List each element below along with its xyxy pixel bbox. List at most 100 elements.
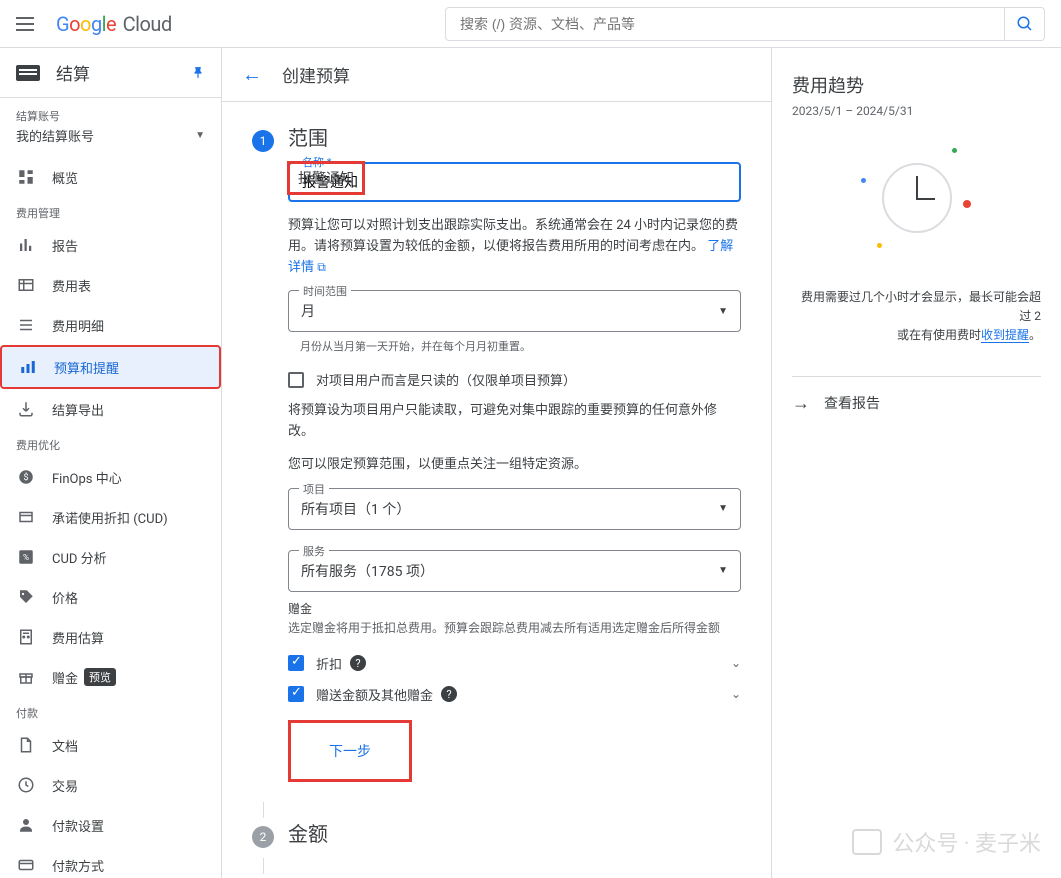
help-icon[interactable]: ? (441, 686, 457, 702)
sidebar-item-label: 赠金 (52, 668, 78, 687)
discount-checkbox[interactable] (288, 655, 304, 671)
dropdown-arrow-icon: ▼ (195, 130, 205, 141)
sidebar-item-label: 付款设置 (52, 816, 104, 835)
budget-description: 预算让您可以对照计划支出跟踪实际支出。系统通常会在 24 小时内记录您的费用。请… (288, 216, 741, 278)
help-icon[interactable]: ? (350, 655, 366, 671)
card-icon (16, 855, 36, 875)
account-selector[interactable]: 结算账号 我的结算账号 ▼ (0, 98, 221, 157)
sidebar-item-label: 费用表 (52, 276, 91, 295)
menu-icon[interactable] (16, 12, 40, 36)
tag-icon (16, 587, 36, 607)
trend-date-range: 2023/5/1 – 2024/5/31 (792, 104, 1041, 118)
sidebar-item-table[interactable]: 费用表 (0, 265, 221, 305)
readonly-description: 将预算设为项目用户只能读取，可避免对集中跟踪的重要预算的任何意外修改。 (288, 401, 741, 443)
gift-checkbox[interactable] (288, 686, 304, 702)
sidebar-item-clock[interactable]: 交易 (0, 765, 221, 805)
step-1-number: 1 (252, 130, 274, 152)
sidebar-item-finops[interactable]: $ FinOps 中心 (0, 457, 221, 497)
list-icon (16, 315, 36, 335)
sidebar-item-budget[interactable]: 预算和提醒 (0, 345, 221, 389)
cud-icon (16, 507, 36, 527)
page-title: 创建预算 (282, 62, 350, 87)
bar-icon (16, 235, 36, 255)
sidebar-item-person[interactable]: 付款设置 (0, 805, 221, 845)
step-3-title: 操作 (288, 874, 328, 878)
svg-text:%: % (23, 553, 29, 563)
topbar: Google Cloud (0, 0, 1061, 48)
export-icon (16, 399, 36, 419)
project-label: 项目 (299, 481, 329, 497)
page-header: ← 创建预算 (222, 48, 771, 102)
svg-text:$: $ (23, 472, 28, 483)
sidebar-header: 结算 (0, 48, 221, 98)
sidebar-item-label: 文档 (52, 736, 78, 755)
right-panel: 费用趋势 2023/5/1 – 2024/5/31 费用需要过几个小时才会显示，… (771, 48, 1061, 878)
view-report-button[interactable]: → 查看报告 (792, 376, 1041, 414)
time-range-label: 时间范围 (299, 283, 351, 299)
back-arrow-icon[interactable]: ← (242, 62, 262, 87)
readonly-checkbox[interactable] (288, 372, 304, 388)
sidebar-item-calc[interactable]: 费用估算 (0, 617, 221, 657)
time-range-select[interactable]: 月 ▼ (289, 291, 740, 331)
sidebar-item-label: 交易 (52, 776, 78, 795)
alert-link[interactable]: 收到提醒 (981, 328, 1029, 343)
account-value: 我的结算账号 (16, 126, 94, 145)
clock-illustration (867, 148, 967, 248)
search-button[interactable] (1005, 7, 1045, 41)
sidebar-item-label: 付款方式 (52, 856, 104, 875)
calc-icon (16, 627, 36, 647)
time-helper-text: 月份从当月第一天开始，并在每个月月初重置。 (300, 338, 741, 354)
gift-icon (16, 667, 36, 687)
sidebar-item-export[interactable]: 结算导出 (0, 389, 221, 429)
pin-icon[interactable] (191, 66, 205, 80)
sidebar-item-doc[interactable]: 文档 (0, 725, 221, 765)
budget-icon (18, 357, 38, 377)
sidebar-item-percent[interactable]: % CUD 分析 (0, 537, 221, 577)
sidebar: 结算 结算账号 我的结算账号 ▼ 概览费用管理报告费用表费用明细预算和提醒结算导… (0, 48, 222, 878)
highlight-name: 报警通知 (287, 161, 365, 195)
wechat-icon (852, 829, 882, 855)
person-icon (16, 815, 36, 835)
credits-description: 选定赠金将用于抵扣总费用。预算会跟踪总费用减去所有适用选定赠金后所得金额 (288, 619, 741, 636)
main-content: ← 创建预算 1 范围 名称 * 报警通知 预算让您可以对照计划支出跟踪实际支出… (222, 48, 771, 878)
sidebar-item-cud[interactable]: 承诺使用折扣 (CUD) (0, 497, 221, 537)
readonly-label: 对项目用户而言是只读的（仅限单项目预算） (316, 370, 576, 389)
trend-title: 费用趋势 (792, 72, 1041, 98)
sidebar-item-bar[interactable]: 报告 (0, 225, 221, 265)
finops-icon: $ (16, 467, 36, 487)
dashboard-icon (16, 167, 36, 187)
service-select[interactable]: 所有服务（1785 项） ▼ (289, 551, 740, 591)
billing-icon (16, 65, 40, 81)
sidebar-item-list[interactable]: 费用明细 (0, 305, 221, 345)
expand-discount-icon[interactable]: ⌄ (731, 656, 741, 670)
sidebar-item-label: CUD 分析 (52, 548, 107, 567)
credits-heading: 赠金 (288, 600, 741, 617)
logo[interactable]: Google Cloud (56, 12, 172, 36)
sidebar-item-label: 预算和提醒 (54, 358, 119, 377)
project-select[interactable]: 所有项目（1 个） ▼ (289, 489, 740, 529)
preview-badge: 预览 (84, 668, 116, 686)
expand-gift-icon[interactable]: ⌄ (731, 687, 741, 701)
sidebar-title: 结算 (56, 60, 191, 85)
sidebar-item-card[interactable]: 付款方式 (0, 845, 221, 878)
trend-note: 费用需要过几个小时才会显示，最长可能会超过 2 或在有使用费时收到提醒。 (792, 288, 1041, 346)
watermark: 公众号 · 麦子米 (852, 826, 1041, 858)
sidebar-item-dashboard[interactable]: 概览 (0, 157, 221, 197)
gift-label: 赠送金额及其他赠金 (316, 685, 433, 704)
sidebar-item-gift[interactable]: 赠金预览 (0, 657, 221, 697)
sidebar-item-label: 报告 (52, 236, 78, 255)
next-button[interactable]: 下一步 (315, 735, 385, 767)
sidebar-item-tag[interactable]: 价格 (0, 577, 221, 617)
sidebar-item-label: 概览 (52, 168, 78, 187)
search-input[interactable] (445, 7, 1005, 41)
percent-icon: % (16, 547, 36, 567)
step-1-title: 范围 (288, 122, 328, 151)
table-icon (16, 275, 36, 295)
sidebar-item-label: 承诺使用折扣 (CUD) (52, 508, 168, 527)
sidebar-item-label: 费用明细 (52, 316, 104, 335)
dropdown-arrow-icon: ▼ (718, 565, 728, 576)
arrow-right-icon: → (792, 393, 810, 414)
sidebar-item-label: FinOps 中心 (52, 468, 122, 487)
nav-section-header: 付款 (0, 697, 221, 725)
sidebar-item-label: 费用估算 (52, 628, 104, 647)
